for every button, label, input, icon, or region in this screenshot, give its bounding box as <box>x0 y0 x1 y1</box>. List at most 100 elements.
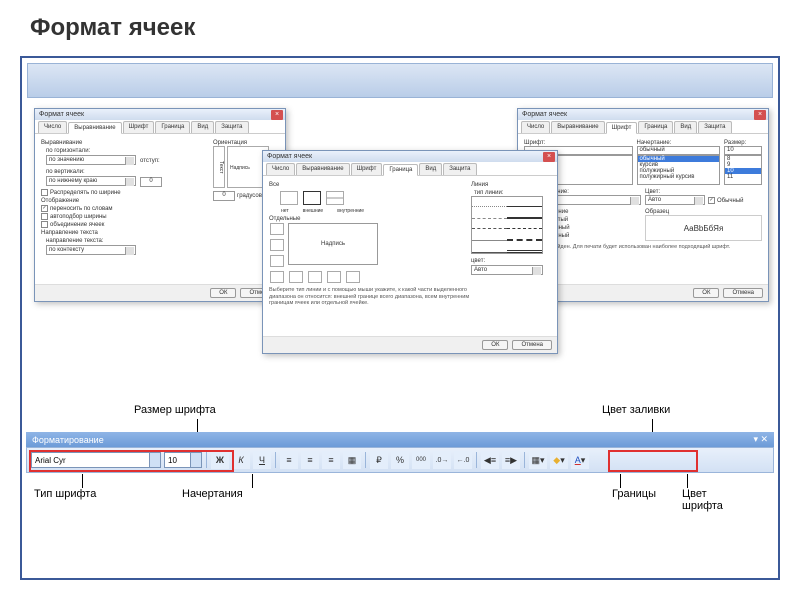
tab-alignment[interactable]: Выравнивание <box>296 163 349 175</box>
font-note: Шрифт не найден. Для печати будет исполь… <box>524 244 762 250</box>
border-diag2[interactable] <box>346 271 360 283</box>
tab-number[interactable]: Число <box>521 121 550 133</box>
tab-number[interactable]: Число <box>266 163 295 175</box>
align-left-icon[interactable]: ≡ <box>280 451 298 469</box>
tab-protection[interactable]: Защита <box>443 163 476 175</box>
decrease-decimal-icon[interactable]: ←.0 <box>454 451 472 469</box>
currency-icon[interactable]: ₽ <box>370 451 388 469</box>
section-direction: Направление текста <box>41 230 209 236</box>
align-center-icon[interactable]: ≡ <box>301 451 319 469</box>
ok-button[interactable]: ОК <box>210 288 236 298</box>
ok-button[interactable]: ОК <box>693 288 719 298</box>
border-right[interactable] <box>327 271 341 283</box>
checkbox-merge[interactable] <box>41 221 48 228</box>
content-frame: Формат ячеек× Число Выравнивание Шрифт Г… <box>20 56 780 580</box>
page-title: Формат ячеек <box>0 0 800 52</box>
border-mid-btn[interactable] <box>270 239 284 251</box>
highlight-color-controls <box>608 450 698 472</box>
close-icon[interactable]: × <box>543 152 555 162</box>
font-color-icon[interactable]: A▾ <box>571 451 589 469</box>
cancel-button[interactable]: Отмена <box>723 288 763 298</box>
close-icon[interactable]: × <box>271 110 283 120</box>
border-hint: Выберите тип линии и с помощью мыши укаж… <box>269 287 471 307</box>
fontcolor-combo[interactable]: Авто <box>645 195 705 205</box>
border-diag1[interactable] <box>270 271 284 283</box>
tab-border[interactable]: Граница <box>383 164 418 176</box>
label-presets: Все <box>269 182 471 188</box>
tab-border[interactable]: Граница <box>155 121 190 133</box>
italic-button[interactable]: К <box>232 451 250 469</box>
anno-font-color: Цвет шрифта <box>682 488 742 512</box>
tab-font[interactable]: Шрифт <box>606 122 638 134</box>
checkbox-wrap[interactable]: ✓ <box>41 205 48 212</box>
percent-icon[interactable]: % <box>391 451 409 469</box>
section-alignment: Выравнивание <box>41 140 209 146</box>
border-vmid[interactable] <box>308 271 322 283</box>
anno-fill-color: Цвет заливки <box>602 404 670 416</box>
merge-cells-icon[interactable]: ▦ <box>343 451 361 469</box>
tab-protection[interactable]: Защита <box>698 121 731 133</box>
checkbox-normal[interactable]: ✓ <box>708 197 715 204</box>
tab-fill[interactable]: Вид <box>419 163 442 175</box>
dialog-border: Формат ячеек× Число Выравнивание Шрифт Г… <box>262 150 558 354</box>
degrees-spinner[interactable]: 0 <box>213 191 235 201</box>
tab-protection[interactable]: Защита <box>215 121 248 133</box>
vertical-combo[interactable]: по нижнему краю <box>46 176 136 186</box>
label-direction: направление текста: <box>46 238 209 244</box>
increase-decimal-icon[interactable]: .0→ <box>433 451 451 469</box>
border-preview: Надпись <box>288 223 378 265</box>
direction-combo[interactable]: по контексту <box>46 245 136 255</box>
dialog-title: Формат ячеек× <box>263 151 557 162</box>
close-icon[interactable]: × <box>754 110 766 120</box>
border-color-combo[interactable]: Авто <box>471 265 543 275</box>
tab-alignment[interactable]: Выравнивание <box>551 121 604 133</box>
line-style-list[interactable] <box>471 196 543 254</box>
label-color: цвет: <box>471 258 551 264</box>
tab-font[interactable]: Шрифт <box>123 121 155 133</box>
tab-fill[interactable]: Вид <box>191 121 214 133</box>
size-input[interactable]: 10 <box>724 146 762 155</box>
tabs: Число Выравнивание Шрифт Граница Вид Защ… <box>35 120 285 134</box>
increase-indent-icon[interactable]: ≡▶ <box>502 451 520 469</box>
tab-number[interactable]: Число <box>38 121 67 133</box>
borders-icon[interactable]: ▦▾ <box>529 451 547 469</box>
horizontal-combo[interactable]: по значению <box>46 155 136 165</box>
tab-fill[interactable]: Вид <box>674 121 697 133</box>
label-indent: отступ: <box>140 158 160 164</box>
indent-spinner[interactable]: 0 <box>140 177 162 187</box>
decrease-indent-icon[interactable]: ◀≡ <box>481 451 499 469</box>
tab-alignment[interactable]: Выравнивание <box>68 122 121 134</box>
style-list[interactable]: обычныйкурсивполужирныйполужирный курсив <box>637 155 720 185</box>
tab-font[interactable]: Шрифт <box>351 163 383 175</box>
orientation-vertical-text[interactable]: Текст <box>213 146 225 188</box>
checkbox-shrink[interactable] <box>41 213 48 220</box>
blue-header-bar <box>27 63 773 98</box>
border-bottom-btn[interactable] <box>270 255 284 267</box>
anno-font-type: Тип шрифта <box>34 488 96 500</box>
anno-styles: Начертания <box>182 488 243 500</box>
preset-outer[interactable] <box>303 191 321 205</box>
ok-button[interactable]: ОК <box>482 340 508 350</box>
toolbar-close-icon[interactable]: ▾ ✕ <box>753 434 768 445</box>
sample-preview: АаВbБбЯя <box>645 215 762 241</box>
highlight-font-controls <box>29 450 234 472</box>
preset-inner[interactable] <box>326 191 344 205</box>
style-input[interactable]: обычный <box>637 146 720 155</box>
align-right-icon[interactable]: ≡ <box>322 451 340 469</box>
thousands-icon[interactable]: 000 <box>412 451 430 469</box>
cancel-button[interactable]: Отмена <box>512 340 552 350</box>
dialog-title: Формат ячеек× <box>35 109 285 120</box>
tab-border[interactable]: Граница <box>638 121 673 133</box>
dialog-alignment: Формат ячеек× Число Выравнивание Шрифт Г… <box>34 108 286 302</box>
anno-borders: Границы <box>612 488 656 500</box>
underline-button[interactable]: Ч <box>253 451 271 469</box>
tabs: Число Выравнивание Шрифт Граница Вид Защ… <box>518 120 768 134</box>
border-top-btn[interactable] <box>270 223 284 235</box>
border-left[interactable] <box>289 271 303 283</box>
tabs: Число Выравнивание Шрифт Граница Вид Защ… <box>263 162 557 176</box>
size-list[interactable]: 891011 <box>724 155 762 185</box>
fill-color-icon[interactable]: ◆▾ <box>550 451 568 469</box>
preset-none[interactable] <box>280 191 298 205</box>
section-display: Отображение <box>41 198 209 204</box>
checkbox-distribute[interactable] <box>41 189 48 196</box>
